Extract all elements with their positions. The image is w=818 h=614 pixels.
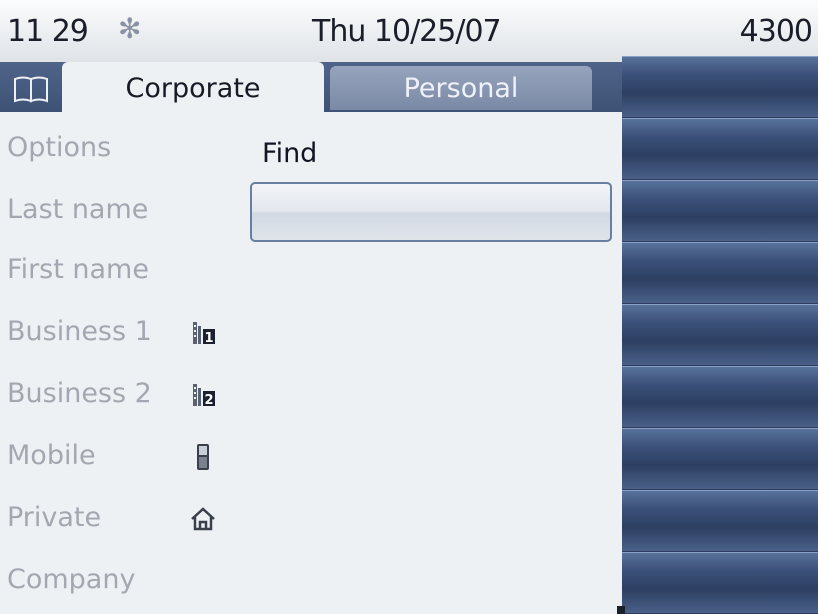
mobile-phone-icon	[188, 442, 218, 472]
date-display: Thu 10/25/07	[312, 14, 502, 49]
mobile-row[interactable]: Mobile	[0, 430, 622, 490]
softkey-4[interactable]	[622, 242, 818, 303]
softkey-9[interactable]	[622, 552, 818, 613]
softkey-6[interactable]	[622, 366, 818, 427]
book-icon[interactable]	[6, 68, 56, 110]
private-row[interactable]: Private	[0, 492, 622, 552]
home-icon	[188, 504, 218, 534]
extension-number: 4300	[739, 14, 813, 49]
softkey-2[interactable]	[622, 118, 818, 179]
svg-text:2: 2	[204, 393, 213, 408]
last-name-label: Last name	[7, 194, 149, 225]
first-name-row[interactable]: First name	[0, 244, 622, 304]
tab-corporate[interactable]: Corporate	[62, 62, 324, 114]
business-1-label: Business 1	[7, 316, 152, 347]
first-name-label: First name	[7, 254, 149, 285]
bluetooth-icon: ✻	[118, 12, 142, 45]
softkey-7[interactable]	[622, 428, 818, 489]
clock-time: 11 29	[7, 14, 89, 49]
svg-text:1: 1	[204, 331, 213, 346]
status-bar: 11 29 ✻ Thu 10/25/07 4300	[0, 0, 818, 62]
softkey-3[interactable]	[622, 180, 818, 241]
tab-personal[interactable]: Personal	[330, 66, 592, 110]
softkey-5[interactable]	[622, 304, 818, 365]
softkey-panel	[622, 56, 818, 614]
business-1-row[interactable]: Business 1 1	[0, 306, 622, 366]
business-2-label: Business 2	[7, 378, 152, 409]
business-2-row[interactable]: Business 2 2	[0, 368, 622, 428]
tab-bar: Corporate Personal	[0, 62, 622, 114]
search-input[interactable]	[250, 182, 612, 242]
business-2-icon: 2	[188, 380, 218, 410]
tab-corporate-label: Corporate	[125, 72, 261, 104]
softkey-8[interactable]	[622, 490, 818, 551]
mobile-label: Mobile	[7, 440, 96, 471]
scroll-indicator	[617, 606, 625, 614]
company-label: Company	[7, 564, 136, 595]
company-row[interactable]: Company	[0, 554, 622, 614]
find-label[interactable]: Find	[262, 138, 317, 169]
private-label: Private	[7, 502, 102, 533]
options-row[interactable]: Options Find	[0, 122, 622, 182]
softkey-1[interactable]	[622, 56, 818, 117]
tab-personal-label: Personal	[403, 72, 519, 104]
business-1-icon: 1	[188, 318, 218, 348]
directory-search-form: Options Find Last name First name Busine…	[0, 112, 622, 614]
options-label: Options	[7, 132, 112, 163]
